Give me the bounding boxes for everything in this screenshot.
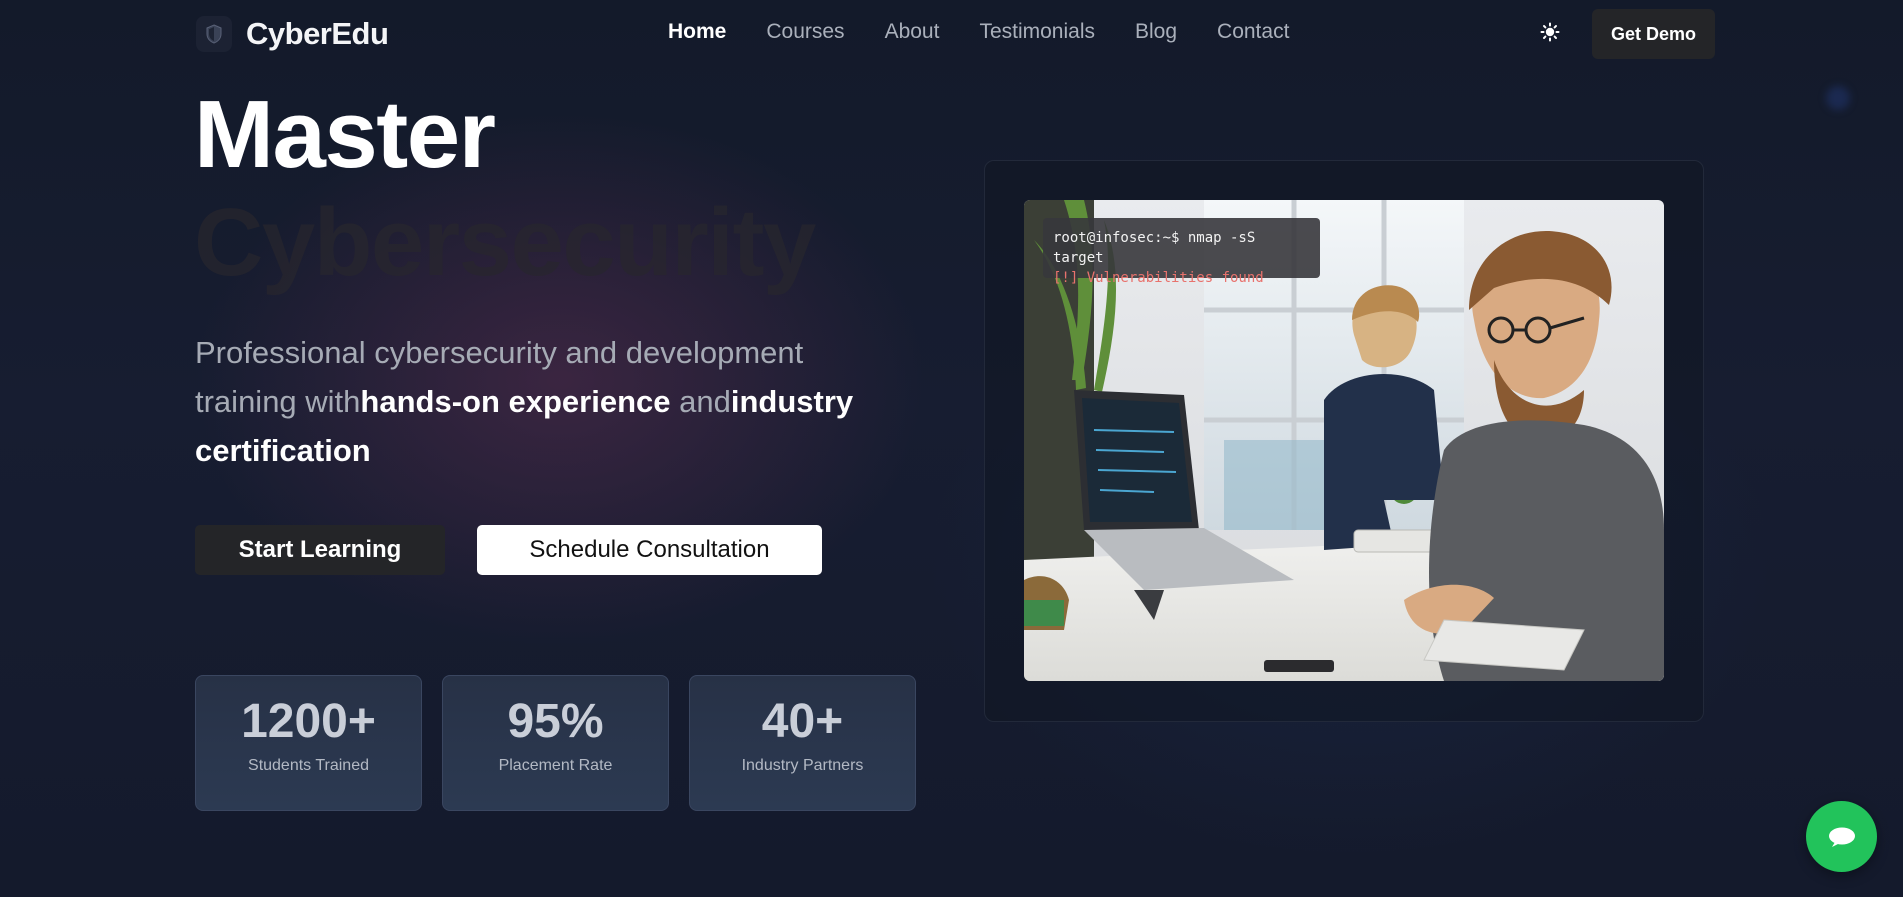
decorative-glow xyxy=(1826,86,1850,110)
nav-item-testimonials[interactable]: Testimonials xyxy=(979,20,1095,44)
stat-card-partners: 40+ Industry Partners xyxy=(689,675,916,811)
stat-card-placement: 95% Placement Rate xyxy=(442,675,669,811)
brand-name: CyberEdu xyxy=(246,16,389,51)
hero-lead-text: Professional cybersecurity and developme… xyxy=(195,328,895,475)
hero-title-line-1: Master xyxy=(194,81,496,188)
lead-text-part-2: and xyxy=(670,384,731,419)
terminal-overlay: root@infosec:~$ nmap -sS target [!] Vuln… xyxy=(1043,218,1320,286)
main-menu: Home Courses About Testimonials Blog Con… xyxy=(668,20,1289,44)
stat-value: 95% xyxy=(507,695,604,748)
stat-value: 1200+ xyxy=(241,695,376,748)
stat-card-students: 1200+ Students Trained xyxy=(195,675,422,811)
nav-item-home[interactable]: Home xyxy=(668,20,726,44)
stat-label: Industry Partners xyxy=(741,757,864,774)
brand-logo[interactable]: CyberEdu xyxy=(196,14,389,54)
stat-value: 40+ xyxy=(761,695,844,748)
sun-icon[interactable] xyxy=(1538,20,1562,44)
nav-item-contact[interactable]: Contact xyxy=(1217,20,1289,44)
start-learning-button[interactable]: Start Learning xyxy=(195,525,445,575)
get-demo-button[interactable]: Get Demo xyxy=(1592,9,1715,59)
schedule-consultation-button[interactable]: Schedule Consultation xyxy=(477,525,822,575)
stat-label: Placement Rate xyxy=(498,757,613,774)
shield-icon xyxy=(196,16,232,52)
terminal-command: root@infosec:~$ nmap -sS target xyxy=(1053,230,1256,266)
terminal-output: [!] Vulnerabilities found xyxy=(1053,270,1264,286)
nav-item-about[interactable]: About xyxy=(885,20,940,44)
top-navbar: CyberEdu Home Courses About Testimonials… xyxy=(0,0,1903,68)
stats-row: 1200+ Students Trained 95% Placement Rat… xyxy=(195,675,916,811)
lead-highlight-hands-on: hands-on experience xyxy=(360,384,671,419)
nav-item-courses[interactable]: Courses xyxy=(766,20,844,44)
chat-bubble-icon[interactable] xyxy=(1806,801,1877,872)
hero-title-line-2: Cybersecurity xyxy=(194,189,816,296)
stat-label: Students Trained xyxy=(248,757,369,774)
nav-item-blog[interactable]: Blog xyxy=(1135,20,1177,44)
